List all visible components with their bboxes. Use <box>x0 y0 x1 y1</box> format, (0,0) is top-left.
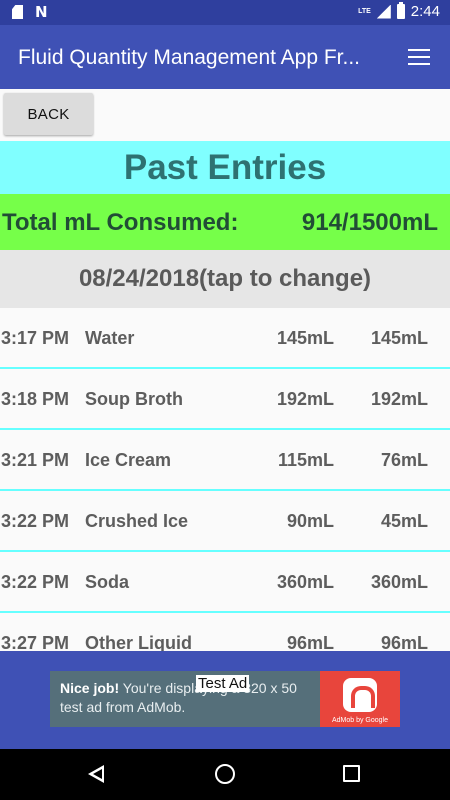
ad-headline: Nice job! <box>60 680 120 696</box>
entry-name: Other Liquid <box>85 633 192 651</box>
entry-time: 3:18 PM <box>1 389 70 409</box>
entry-time: 3:17 PM <box>1 328 70 348</box>
entry-time: 3:22 PM <box>1 511 70 531</box>
system-nav-bar <box>0 749 450 800</box>
page-title: Past Entries <box>123 148 327 187</box>
entry-name: Soup Broth <box>85 389 183 409</box>
total-consumed-label: Total mL Consumed: <box>2 209 239 236</box>
status-right: LTE 2:44 <box>358 2 440 20</box>
ad-banner-area: Nice job! You're displaying a 320 x 50 t… <box>0 651 450 749</box>
status-bar: N LTE 2:44 <box>0 0 450 25</box>
admob-caption: AdMob by Google <box>331 717 389 724</box>
nav-back-icon[interactable] <box>88 765 104 783</box>
back-button[interactable]: BACK <box>4 93 93 135</box>
test-ad-label: Test Ad <box>196 675 250 692</box>
entry-amount: 90mL <box>286 511 334 531</box>
title-band: Past Entries <box>0 141 450 194</box>
entry-time: 3:22 PM <box>1 572 70 592</box>
entry-amount: 192mL <box>276 389 334 409</box>
entries-list[interactable]: 3:17 PM Water 145mL 145mL 3:18 PM Soup B… <box>0 308 450 651</box>
entry-consumed: 76mL <box>380 450 428 470</box>
n-notification-icon: N <box>35 3 48 21</box>
entry-consumed: 45mL <box>380 511 428 531</box>
entry-consumed: 96mL <box>380 633 428 651</box>
entry-name: Soda <box>85 572 130 592</box>
entry-name: Ice Cream <box>85 450 172 470</box>
entry-consumed: 145mL <box>370 328 428 348</box>
nav-home-icon[interactable] <box>215 764 235 784</box>
entry-consumed: 360mL <box>370 572 428 592</box>
date-selector[interactable]: 08/24/2018(tap to change) <box>0 250 450 308</box>
nav-recents-icon[interactable] <box>343 765 360 782</box>
entry-name: Water <box>85 328 135 348</box>
admob-logo-icon <box>343 678 377 712</box>
entry-time: 3:27 PM <box>1 633 70 651</box>
entry-amount: 115mL <box>277 450 334 470</box>
total-consumed-band: Total mL Consumed: 914/1500mL <box>0 194 450 250</box>
entry-time: 3:21 PM <box>1 450 70 470</box>
app-title: Fluid Quantity Management App Fr... <box>18 46 361 69</box>
entry-row[interactable]: 3:17 PM Water 145mL 145mL <box>0 308 450 369</box>
admob-logo-box: AdMob by Google <box>320 671 400 727</box>
entry-row[interactable]: 3:27 PM Other Liquid 96mL 96mL <box>0 613 450 651</box>
signal-icon <box>376 4 391 19</box>
battery-icon <box>396 2 405 19</box>
entry-row[interactable]: 3:18 PM Soup Broth 192mL 192mL <box>0 369 450 430</box>
entry-amount: 360mL <box>276 572 334 592</box>
total-consumed-value: 914/1500mL <box>301 209 438 236</box>
entry-row[interactable]: 3:22 PM Soda 360mL 360mL <box>0 552 450 613</box>
network-type-label: LTE <box>358 7 371 15</box>
hamburger-menu-icon[interactable] <box>408 49 430 65</box>
entry-name: Crushed Ice <box>85 511 189 531</box>
sd-card-icon <box>12 5 23 19</box>
status-left: N <box>12 4 48 20</box>
status-clock: 2:44 <box>410 3 440 20</box>
entry-amount: 96mL <box>286 633 334 651</box>
entry-consumed: 192mL <box>370 389 428 409</box>
entry-row[interactable]: 3:22 PM Crushed Ice 90mL 45mL <box>0 491 450 552</box>
entry-row[interactable]: 3:21 PM Ice Cream 115mL 76mL <box>0 430 450 491</box>
entry-amount: 145mL <box>276 328 334 348</box>
app-bar: Fluid Quantity Management App Fr... <box>0 25 450 89</box>
ad-text: Nice job! You're displaying a 320 x 50 t… <box>60 679 322 717</box>
